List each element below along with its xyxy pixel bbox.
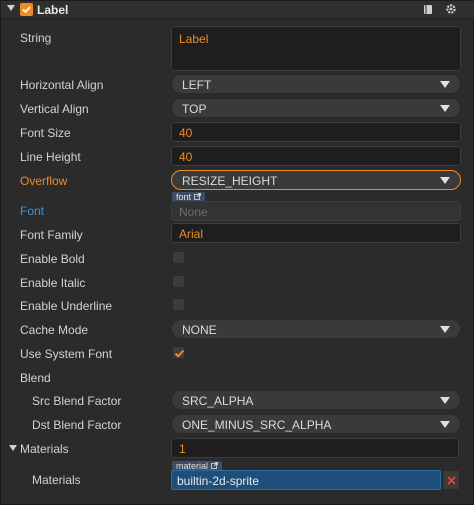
gear-icon[interactable] — [445, 3, 457, 15]
checkmark-icon — [174, 349, 185, 358]
chevron-down-icon — [440, 177, 450, 184]
enable-bold-label: Enable Bold — [20, 252, 85, 266]
chevron-down-icon — [440, 421, 450, 428]
dst-blend-factor-select[interactable]: ONE_MINUS_SRC_ALPHA — [171, 414, 461, 434]
line-height-input[interactable]: 40 — [171, 146, 461, 166]
src-blend-factor-label: Src Blend Factor — [32, 394, 122, 408]
dst-blend-factor-label: Dst Blend Factor — [32, 418, 122, 432]
font-size-input[interactable]: 40 — [171, 122, 461, 142]
materials-count-input[interactable]: 1 — [171, 438, 459, 458]
overflow-value: RESIZE_HEIGHT — [182, 174, 278, 188]
cache-mode-label: Cache Mode — [20, 323, 89, 337]
vertical-align-value: TOP — [182, 102, 207, 116]
materials-expand-arrow-icon[interactable] — [9, 445, 17, 451]
enable-bold-checkbox[interactable] — [172, 251, 185, 264]
external-link-icon[interactable] — [210, 462, 218, 469]
enable-underline-checkbox[interactable] — [172, 298, 185, 311]
enable-italic-checkbox[interactable] — [172, 275, 185, 288]
materials-item-label: Materials — [32, 473, 81, 487]
use-system-font-checkbox[interactable] — [172, 346, 185, 359]
horizontal-align-select[interactable]: LEFT — [171, 74, 461, 94]
chevron-down-icon — [440, 397, 450, 404]
string-label: String — [20, 31, 52, 45]
checkmark-icon — [22, 6, 31, 14]
inspector-panel: Label String Label Horizontal Align LEFT… — [0, 0, 474, 505]
materials-section-label: Materials — [20, 442, 69, 456]
font-family-input[interactable]: Arial — [171, 223, 461, 243]
cache-mode-value: NONE — [182, 323, 217, 337]
font-label: Font — [20, 204, 45, 218]
overflow-select[interactable]: RESIZE_HEIGHT — [171, 170, 461, 190]
src-blend-factor-value: SRC_ALPHA — [182, 394, 254, 408]
overflow-label: Overflow — [20, 174, 68, 188]
chevron-down-icon — [440, 105, 450, 112]
close-icon — [447, 476, 456, 485]
font-family-label: Font Family — [20, 228, 83, 242]
src-blend-factor-select[interactable]: SRC_ALPHA — [171, 390, 461, 410]
enable-italic-label: Enable Italic — [20, 276, 86, 290]
cache-mode-select[interactable]: NONE — [171, 319, 461, 339]
component-title: Label — [37, 3, 69, 17]
horizontal-align-value: LEFT — [182, 78, 212, 92]
line-height-label: Line Height — [20, 150, 81, 164]
vertical-align-label: Vertical Align — [20, 102, 89, 116]
collapse-arrow-icon[interactable] — [7, 5, 15, 11]
vertical-align-select[interactable]: TOP — [171, 98, 461, 118]
string-textarea[interactable]: Label — [171, 26, 461, 71]
component-enabled-checkbox[interactable] — [20, 3, 33, 16]
use-system-font-label: Use System Font — [20, 347, 113, 361]
dst-blend-factor-value: ONE_MINUS_SRC_ALPHA — [182, 418, 332, 432]
blend-label: Blend — [20, 371, 51, 385]
component-header[interactable]: Label — [1, 1, 474, 19]
horizontal-align-label: Horizontal Align — [20, 78, 104, 92]
book-icon[interactable] — [423, 4, 433, 15]
chevron-down-icon — [440, 81, 450, 88]
remove-material-button[interactable] — [442, 470, 460, 490]
external-link-icon[interactable] — [193, 193, 201, 200]
font-size-label: Font Size — [20, 126, 71, 140]
enable-underline-label: Enable Underline — [20, 299, 113, 313]
chevron-down-icon — [440, 326, 450, 333]
material-asset-field[interactable]: builtin-2d-sprite — [171, 470, 441, 490]
font-asset-field[interactable]: None — [171, 201, 461, 221]
